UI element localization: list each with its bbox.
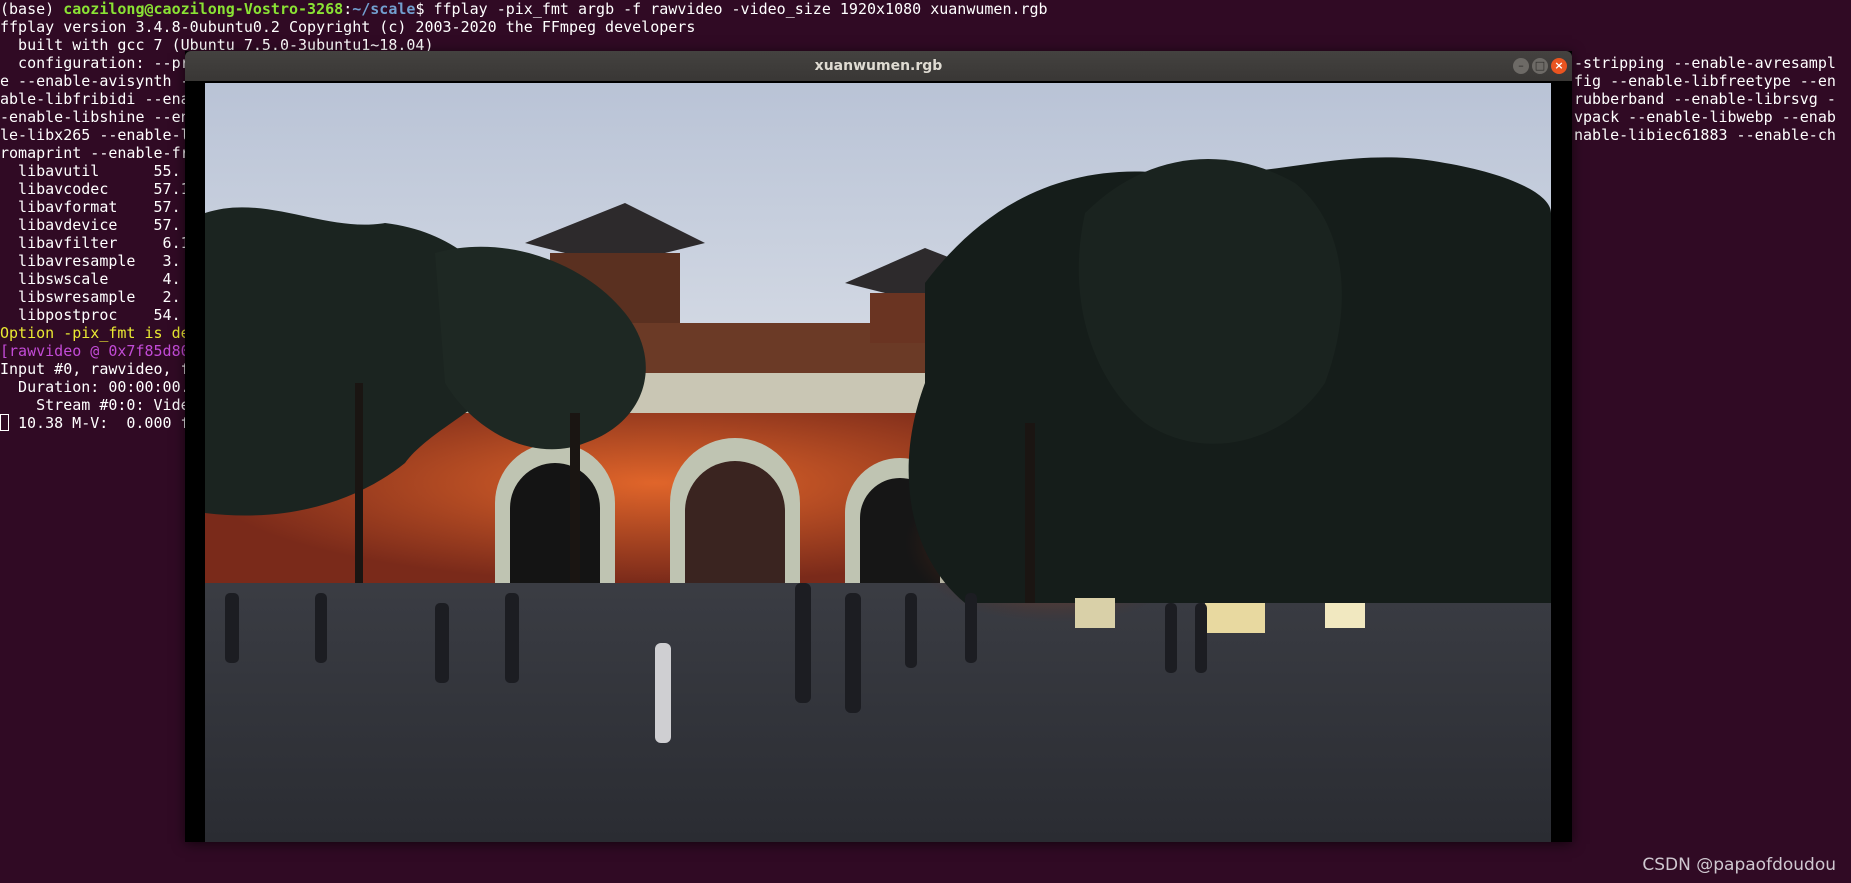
conda-env: (base) <box>0 0 64 18</box>
rawvideo-log-line: [rawvideo @ 0x7f85d80 <box>0 342 190 360</box>
output-line: romaprint --enable-fr <box>0 144 190 162</box>
ffplay-window[interactable]: xuanwumen.rgb – □ × <box>185 51 1572 842</box>
user-host: caozilong@caozilong-Vostro-3268 <box>63 0 344 18</box>
lib-version-line: libswresample 2. <box>0 288 181 306</box>
output-line: Stream #0:0: Vide <box>0 396 190 414</box>
output-line: Duration: 00:00:00. <box>0 378 190 396</box>
output-line-right: vpack --enable-libwebp --enab <box>1574 108 1836 126</box>
minimize-button[interactable]: – <box>1513 58 1529 74</box>
lib-version-line: libavdevice 57. <box>0 216 181 234</box>
playback-status: 10.38 M-V: 0.000 f <box>18 414 190 432</box>
output-line-right: rubberband --enable-librsvg - <box>1574 90 1836 108</box>
window-titlebar[interactable]: xuanwumen.rgb – □ × <box>185 51 1572 81</box>
command-text: ffplay -pix_fmt argb -f rawvideo -video_… <box>424 0 1048 18</box>
output-line-right: nable-libiec61883 --enable-ch <box>1574 126 1836 144</box>
output-line: Input #0, rawvideo, f <box>0 360 190 378</box>
output-line: e --enable-avisynth - <box>0 72 190 90</box>
output-line: le-libx265 --enable-l <box>0 126 190 144</box>
terminal-cursor <box>0 414 9 431</box>
lib-version-line: libavutil 55. <box>0 162 181 180</box>
status-line: 10.38 M-V: 0.000 f <box>0 414 190 432</box>
output-line: configuration: --pr <box>0 54 190 72</box>
video-frame-image <box>205 83 1551 842</box>
video-frame[interactable] <box>205 83 1551 842</box>
lib-version-line: libavresample 3. <box>0 252 181 270</box>
output-line: ffplay version 3.4.8-0ubuntu0.2 Copyrigh… <box>0 18 696 36</box>
prompt-line: (base) caozilong@caozilong-Vostro-3268:~… <box>0 0 1048 18</box>
warning-line: Option -pix_fmt is de <box>0 324 190 342</box>
lib-version-line: libavfilter 6.1 <box>0 234 190 252</box>
output-line: able-libfribidi --ena <box>0 90 190 108</box>
lib-version-line: libswscale 4. <box>0 270 181 288</box>
output-line-right: fig --enable-libfreetype --en <box>1574 72 1836 90</box>
close-button[interactable]: × <box>1551 58 1567 74</box>
output-line-right: -stripping --enable-avresampl <box>1574 54 1836 72</box>
output-line: -enable-libshine --en <box>0 108 190 126</box>
cwd-path: ~/scale <box>352 0 416 18</box>
prompt-separator: : <box>343 0 353 18</box>
csdn-watermark: CSDN @papaofdoudou <box>1642 855 1836 875</box>
window-title: xuanwumen.rgb <box>814 58 943 74</box>
maximize-button[interactable]: □ <box>1532 58 1548 74</box>
lib-version-line: libavcodec 57.1 <box>0 180 190 198</box>
lib-version-line: libavformat 57. <box>0 198 181 216</box>
lib-version-line: libpostproc 54. <box>0 306 181 324</box>
